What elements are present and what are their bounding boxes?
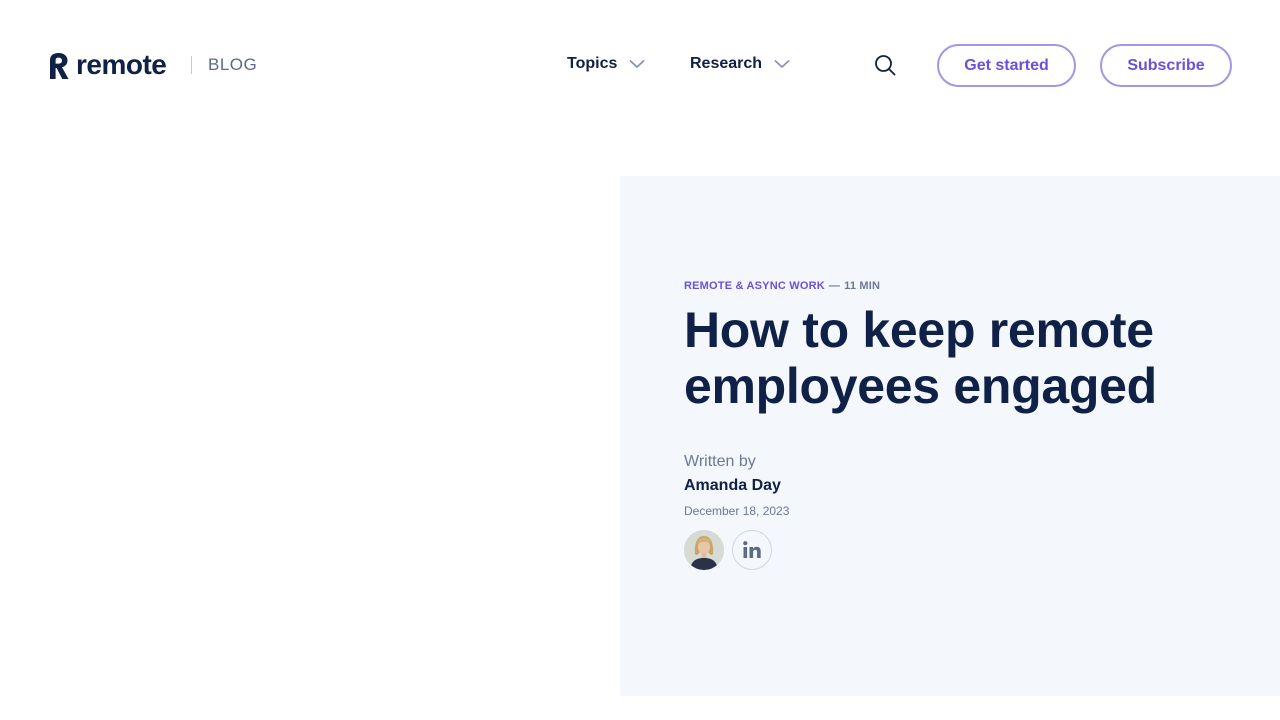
publish-date: December 18, 2023 — [684, 504, 790, 518]
nav-research-label: Research — [690, 55, 763, 72]
nav-topics[interactable]: Topics — [567, 55, 645, 73]
chevron-down-icon — [774, 60, 790, 68]
subscribe-button[interactable]: Subscribe — [1100, 44, 1232, 87]
article-category[interactable]: REMOTE & ASYNC WORK — [684, 280, 825, 292]
article-title: How to keep remote employees engaged — [684, 302, 1157, 414]
site-header: remote BLOG Topics Research Get started … — [0, 0, 1280, 130]
get-started-button[interactable]: Get started — [937, 44, 1076, 87]
meta-separator: — — [828, 280, 841, 292]
article-meta: REMOTE & ASYNC WORK — 11 MIN — [684, 280, 880, 292]
avatar-portrait — [684, 530, 724, 570]
logo-divider — [191, 56, 192, 74]
chevron-down-icon — [629, 60, 645, 68]
written-by-label: Written by — [684, 453, 756, 470]
article-hero: REMOTE & ASYNC WORK — 11 MIN How to keep… — [620, 176, 1280, 696]
blog-section-label[interactable]: BLOG — [208, 55, 257, 75]
search-icon[interactable] — [874, 54, 896, 76]
remote-logo[interactable]: remote — [48, 49, 167, 80]
read-time: 11 MIN — [844, 280, 881, 292]
linkedin-icon — [743, 541, 761, 558]
author-linkedin-link[interactable] — [732, 530, 772, 570]
author-avatar[interactable] — [684, 530, 724, 570]
nav-research[interactable]: Research — [690, 55, 790, 73]
nav-topics-label: Topics — [567, 55, 618, 72]
remote-logo-icon — [50, 52, 69, 79]
author-name[interactable]: Amanda Day — [684, 477, 781, 495]
logo-wordmark: remote — [76, 49, 167, 80]
